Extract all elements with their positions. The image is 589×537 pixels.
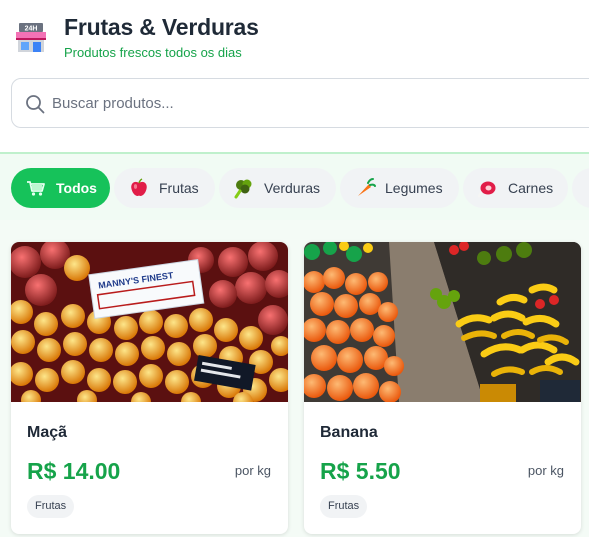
- product-unit: por kg: [527, 463, 564, 478]
- category-label: Carnes: [508, 180, 554, 196]
- category-chip-legumes[interactable]: Legumes: [340, 168, 459, 208]
- broccoli-icon: [234, 179, 252, 199]
- app-header: 24H Frutas & Verduras Produtos frescos t…: [0, 0, 589, 78]
- cart-icon: [27, 181, 45, 196]
- svg-text:24H: 24H: [25, 26, 38, 33]
- category-chip-frutas[interactable]: Frutas: [114, 168, 215, 208]
- apple-icon: [131, 178, 147, 196]
- category-chip-more[interactable]: [572, 168, 589, 208]
- product-card[interactable]: Banana R$ 5.50 por kg Frutas: [304, 242, 581, 534]
- category-label: Legumes: [385, 180, 443, 196]
- category-chip-todos[interactable]: Todos: [11, 168, 110, 208]
- category-chip-verduras[interactable]: Verduras: [219, 168, 336, 208]
- category-label: Verduras: [264, 180, 321, 196]
- product-name: Maçã: [27, 424, 68, 441]
- category-label: Frutas: [159, 180, 199, 196]
- product-price: R$ 14.00: [27, 458, 121, 484]
- fruit-market-photo: [304, 242, 581, 402]
- product-price: R$ 5.50: [320, 458, 401, 484]
- page-subtitle: Produtos frescos todos os dias: [64, 45, 242, 60]
- product-name: Banana: [320, 424, 378, 441]
- search-icon: [26, 95, 45, 114]
- store-icon: 24H: [16, 23, 46, 52]
- search-box: [11, 78, 589, 128]
- search-input[interactable]: [52, 89, 572, 117]
- category-badge: Frutas: [320, 495, 368, 518]
- category-badge: Frutas: [27, 495, 75, 518]
- category-chip-carnes[interactable]: Carnes: [463, 168, 568, 208]
- meat-icon: [477, 181, 496, 198]
- page-title: Frutas & Verduras: [64, 14, 259, 40]
- category-label: Todos: [56, 180, 97, 196]
- category-bar: Todos Frutas Verduras Legumes Carnes: [0, 152, 589, 220]
- apples-photo: MANNY'S FINEST: [11, 242, 288, 402]
- product-unit: por kg: [234, 463, 271, 478]
- product-card[interactable]: MANNY'S FINEST Maçã R$ 14.00 por kg Frut…: [11, 242, 288, 534]
- carrot-icon: [358, 178, 376, 196]
